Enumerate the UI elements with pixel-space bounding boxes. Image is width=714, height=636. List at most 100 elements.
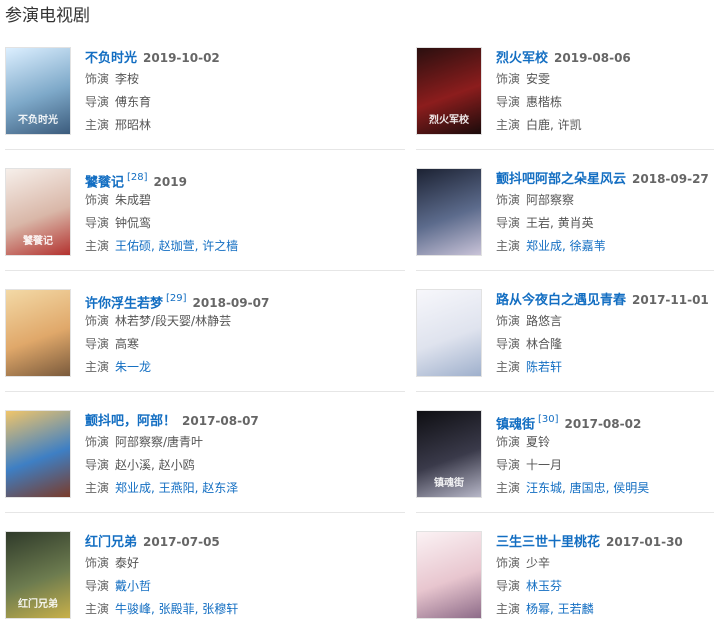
drama-poster[interactable] <box>416 531 482 619</box>
drama-title-link[interactable]: 红门兄弟 <box>85 535 137 550</box>
director-label: 导演 <box>85 216 110 230</box>
director-value: 赵小溪, 赵小鸥 <box>115 458 195 472</box>
drama-title-link[interactable]: 路从今夜白之遇见青春 <box>496 293 626 308</box>
drama-poster[interactable]: 饕餮记 <box>5 168 71 256</box>
drama-title-link[interactable]: 不负时光 <box>85 51 137 66</box>
role-row: 饰演 朱成碧 <box>85 189 315 212</box>
role-row: 饰演 阿部察察 <box>496 189 714 212</box>
cast-row: 主演 汪东城, 唐国忠, 侯明昊 <box>496 477 714 500</box>
cast-label: 主演 <box>496 481 521 495</box>
role-row: 饰演 泰好 <box>85 552 315 575</box>
drama-poster[interactable]: 烈火军校 <box>416 47 482 135</box>
drama-card: 不负时光 不负时光 2019-10-02 饰演 李桉 导演 傅东育 主演 邢昭林 <box>5 38 305 138</box>
cast-value[interactable]: 杨幂, 王若麟 <box>526 602 594 616</box>
drama-info: 颤抖吧阿部之朵星风云 2018-09-27 饰演 阿部察察 导演 王岩, 黄肖英 主演 郑业成… <box>496 167 714 258</box>
cast-value[interactable]: 牛骏峰, 张殿菲, 张穆轩 <box>115 602 238 616</box>
director-label: 导演 <box>85 458 110 472</box>
cast-value[interactable]: 郑业成, 王燕阳, 赵东泽 <box>115 481 238 495</box>
cast-value[interactable]: 朱一龙 <box>115 360 151 374</box>
drama-info: 烈火军校 2019-08-06 饰演 安雯 导演 惠楷栋 主演 白鹿, 许凯 <box>496 46 714 137</box>
director-value: 钟侃鸾 <box>115 216 152 230</box>
cast-row: 主演 郑业成, 王燕阳, 赵东泽 <box>85 477 315 500</box>
cast-value[interactable]: 汪东城, 唐国忠, 侯明昊 <box>526 481 649 495</box>
drama-title-link[interactable]: 三生三世十里桃花 <box>496 535 600 550</box>
role-value: 泰好 <box>115 556 140 570</box>
drama-card: 镇魂街 镇魂街 [30] 2017-08-02 饰演 夏铃 导演 十一月 主演 汪东城, 唐国忠,… <box>416 401 714 501</box>
drama-poster[interactable] <box>5 410 71 498</box>
drama-poster[interactable] <box>5 289 71 377</box>
drama-title-link[interactable]: 颤抖吧阿部之朵星风云 <box>496 172 626 187</box>
role-label: 饰演 <box>85 435 110 449</box>
drama-poster[interactable]: 镇魂街 <box>416 410 482 498</box>
cast-value[interactable]: 王佑硕, 赵珈萱, 许之樯 <box>115 239 238 253</box>
cast-label: 主演 <box>85 481 110 495</box>
row-divider <box>5 391 405 392</box>
director-value: 王岩, 黄肖英 <box>526 216 594 230</box>
role-label: 饰演 <box>85 72 110 86</box>
role-value: 少辛 <box>526 556 551 570</box>
cast-value[interactable]: 郑业成, 徐嘉苇 <box>526 239 606 253</box>
drama-poster[interactable]: 红门兄弟 <box>5 531 71 619</box>
cast-value[interactable]: 陈若轩 <box>526 360 562 374</box>
poster-title-text: 不负时光 <box>18 115 58 126</box>
role-label: 饰演 <box>85 193 110 207</box>
director-label: 导演 <box>496 337 521 351</box>
role-label: 饰演 <box>496 72 521 86</box>
role-row: 饰演 阿部察察/唐青叶 <box>85 431 315 454</box>
drama-card: 烈火军校 烈火军校 2019-08-06 饰演 安雯 导演 惠楷栋 主演 白鹿, 许凯 <box>416 38 714 138</box>
role-label: 饰演 <box>85 314 110 328</box>
release-date: 2019-08-06 <box>554 51 631 65</box>
drama-title-link[interactable]: 烈火军校 <box>496 51 548 66</box>
director-value[interactable]: 戴小哲 <box>115 579 151 593</box>
role-label: 饰演 <box>496 556 521 570</box>
release-date: 2018-09-27 <box>632 172 709 186</box>
role-value: 安雯 <box>526 72 551 86</box>
role-value: 夏铃 <box>526 435 551 449</box>
reference-link[interactable]: [30] <box>538 414 559 425</box>
role-row: 饰演 路悠言 <box>496 310 714 333</box>
director-value: 惠楷栋 <box>526 95 563 109</box>
director-row: 导演 高寒 <box>85 333 315 356</box>
reference-link[interactable]: [28] <box>127 172 148 183</box>
cast-label: 主演 <box>85 360 110 374</box>
role-label: 饰演 <box>496 435 521 449</box>
drama-poster[interactable] <box>416 289 482 377</box>
cast-label: 主演 <box>85 602 110 616</box>
drama-card: 许你浮生若梦 [29] 2018-09-07 饰演 林若梦/段天婴/林静芸 导演 高寒 主演朱… <box>5 280 305 380</box>
role-value: 路悠言 <box>526 314 563 328</box>
role-row: 饰演 安雯 <box>496 68 714 91</box>
director-value: 十一月 <box>526 458 563 472</box>
role-value: 阿部察察/唐青叶 <box>115 435 204 449</box>
cast-row: 主演 杨幂, 王若麟 <box>496 598 714 621</box>
cast-row: 主演 陈若轩 <box>496 356 714 379</box>
row-divider <box>5 270 405 271</box>
drama-poster[interactable] <box>416 168 482 256</box>
cast-row: 主演 牛骏峰, 张殿菲, 张穆轩 <box>85 598 315 621</box>
director-row: 导演 林合隆 <box>496 333 714 356</box>
release-date: 2017-11-01 <box>632 293 709 307</box>
drama-info: 三生三世十里桃花 2017-01-30 饰演 少辛 导演 林玉芬 主演 杨幂, 王若麟 <box>496 530 714 621</box>
role-label: 饰演 <box>496 193 521 207</box>
drama-title-link[interactable]: 颤抖吧，阿部！ <box>85 414 176 429</box>
cast-label: 主演 <box>496 360 521 374</box>
drama-info: 不负时光 2019-10-02 饰演 李桉 导演 傅东育 主演 邢昭林 <box>85 46 315 137</box>
director-value[interactable]: 林玉芬 <box>526 579 562 593</box>
reference-link[interactable]: [29] <box>166 293 187 304</box>
release-date: 2017-08-07 <box>182 414 259 428</box>
row-divider <box>416 149 714 150</box>
role-label: 饰演 <box>85 556 110 570</box>
drama-info: 红门兄弟 2017-07-05 饰演 泰好 导演 戴小哲 主演 牛骏峰, 张殿菲, 张穆轩 <box>85 530 315 621</box>
role-row: 饰演 夏铃 <box>496 431 714 454</box>
director-label: 导演 <box>85 337 110 351</box>
drama-poster[interactable]: 不负时光 <box>5 47 71 135</box>
row-divider <box>5 512 405 513</box>
director-value: 傅东育 <box>115 95 152 109</box>
cast-row: 主演 郑业成, 徐嘉苇 <box>496 235 714 258</box>
drama-card: 饕餮记 饕餮记 [28] 2019 饰演 朱成碧 导演 钟侃鸾 主演 王佑硕, 赵珈萱, 许之樯 <box>5 159 305 259</box>
row-divider <box>416 270 714 271</box>
poster-title-text: 红门兄弟 <box>18 599 58 610</box>
cast-value: 白鹿, 许凯 <box>526 118 582 132</box>
role-value: 阿部察察 <box>526 193 575 207</box>
director-row: 导演 赵小溪, 赵小鸥 <box>85 454 315 477</box>
section-title: 参演电视剧 <box>5 6 90 26</box>
